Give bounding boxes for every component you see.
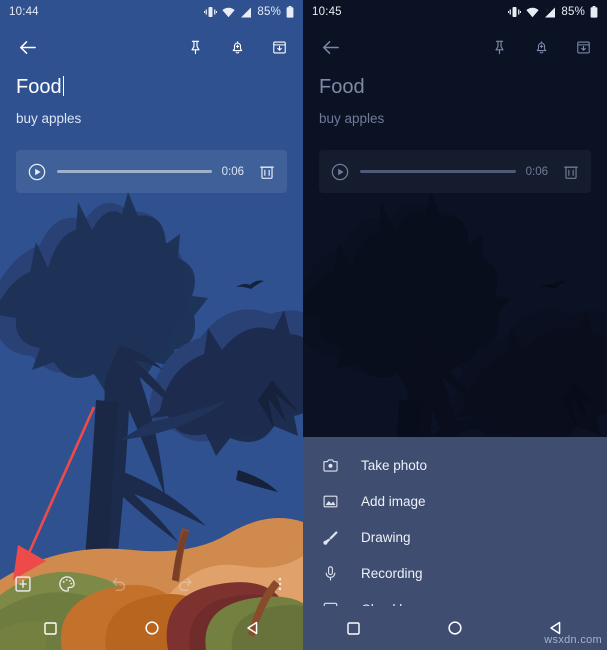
text-caret [62,76,65,96]
add-attachment-menu-list: Take photo Add image Drawing Recording [303,437,607,627]
more-vert-icon[interactable] [269,573,291,595]
battery-percent-right: 85% [561,6,585,18]
status-system-icons: 85% [204,6,294,18]
battery-icon [286,6,294,18]
audio-duration-right: 0:06 [525,165,548,178]
signal-icon [241,7,252,17]
reminder-bell-icon[interactable] [225,35,249,59]
vibrate-icon [508,7,522,17]
status-bar: 10:44 85% [0,0,303,24]
play-icon[interactable] [330,162,350,182]
android-nav-bar [0,606,303,650]
pin-icon[interactable] [183,35,207,59]
note-content-right: Food buy apples 0:06 [303,74,607,193]
app-bar-right [303,24,607,70]
undo-icon[interactable] [108,573,130,595]
delete-icon[interactable] [258,162,276,182]
audio-recording-chip: 0:06 [16,150,287,193]
back-arrow-icon[interactable] [12,32,42,62]
note-title[interactable]: Food [16,74,62,100]
play-icon[interactable] [27,162,47,182]
delete-icon[interactable] [562,162,580,182]
wifi-icon [526,7,539,17]
menu-item-label: Add image [361,493,426,509]
audio-recording-chip-right: 0:06 [319,150,591,193]
wifi-icon [222,7,235,17]
note-content: Food buy apples 0:06 [0,74,303,193]
menu-item-drawing[interactable]: Drawing [303,519,607,555]
add-box-icon[interactable] [12,573,34,595]
camera-icon [319,454,341,476]
back-triangle-icon[interactable] [238,613,268,643]
battery-percent: 85% [257,6,281,18]
note-body-right[interactable]: buy apples [319,110,591,128]
recents-square-icon[interactable] [36,613,66,643]
home-circle-icon[interactable] [440,613,470,643]
left-phone-screen: 10:44 85% Food buy apples 0:06 [0,0,303,650]
image-icon [319,490,341,512]
home-circle-icon[interactable] [137,613,167,643]
redo-icon[interactable] [174,573,196,595]
right-phone-screen: 10:45 85% Food buy apples 0:06 Take phot… [303,0,607,650]
signal-icon [545,7,556,17]
menu-item-take-photo[interactable]: Take photo [303,447,607,483]
note-body[interactable]: buy apples [16,110,287,128]
recents-square-icon[interactable] [339,613,369,643]
toolbar-undo-redo-group [108,573,196,595]
menu-item-label: Recording [361,565,423,581]
palette-icon[interactable] [56,573,78,595]
status-clock-right: 10:45 [312,6,342,18]
note-bottom-toolbar [0,562,303,606]
note-title-right[interactable]: Food [319,74,365,100]
vibrate-icon [204,7,218,17]
microphone-icon [319,562,341,584]
menu-item-recording[interactable]: Recording [303,555,607,591]
audio-progress-track[interactable] [57,170,212,173]
note-title-row[interactable]: Food [16,74,287,100]
toolbar-left-group [12,573,78,595]
menu-item-label: Take photo [361,457,428,473]
pin-icon[interactable] [487,35,511,59]
app-bar-actions [183,35,291,59]
watermark: wsxdn.com [544,634,602,646]
archive-icon[interactable] [571,35,595,59]
add-attachment-menu: Take photo Add image Drawing Recording [303,437,607,617]
audio-progress-track[interactable] [360,170,516,173]
battery-icon [590,6,598,18]
status-system-icons-right: 85% [508,6,598,18]
app-bar-actions-right [487,35,595,59]
archive-icon[interactable] [267,35,291,59]
back-arrow-icon[interactable] [315,32,345,62]
brush-icon [319,526,341,548]
status-bar-right: 10:45 85% [303,0,607,24]
menu-item-add-image[interactable]: Add image [303,483,607,519]
app-bar [0,24,303,70]
audio-duration: 0:06 [221,165,244,178]
screenshot-root: 10:44 85% Food buy apples 0:06 10:45 85%… [0,0,607,650]
menu-item-label: Drawing [361,529,411,545]
status-clock: 10:44 [9,6,39,18]
reminder-bell-icon[interactable] [529,35,553,59]
